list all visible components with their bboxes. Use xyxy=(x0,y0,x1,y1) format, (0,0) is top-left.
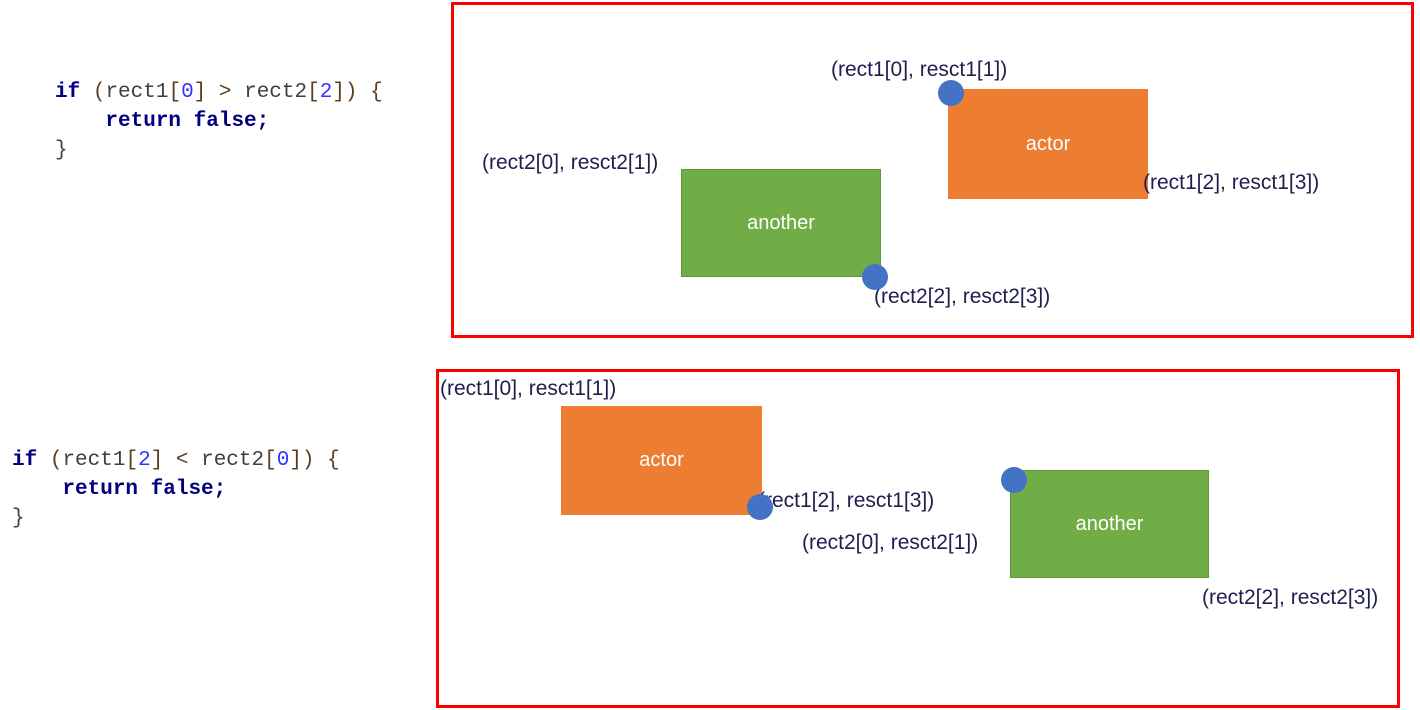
code-token: if xyxy=(12,449,38,472)
rect-label: actor xyxy=(1025,132,1071,155)
code-token: if xyxy=(55,81,81,104)
code-token: [ xyxy=(264,449,277,472)
code-token: 2 xyxy=(319,81,333,104)
code-line: return false; xyxy=(55,107,383,136)
rect1-topleft-label: (rect1[0], resct1[1]) xyxy=(440,377,617,400)
code-token: rect2 xyxy=(201,449,265,472)
code-token: [ xyxy=(125,449,139,472)
code-token: rect2 xyxy=(244,81,308,104)
rect2-bottomright-label: (rect2[2], resct2[3]) xyxy=(1202,586,1379,609)
code-token: } xyxy=(12,507,25,530)
code-token: } xyxy=(55,139,68,162)
rect2-topleft-label: (rect2[0], resct2[1]) xyxy=(482,151,659,174)
rect-actor: actor xyxy=(948,89,1148,199)
code-token: [ xyxy=(168,81,182,104)
code-token: rect1 xyxy=(105,81,169,104)
code-line: } xyxy=(12,504,340,533)
diagram-canvas: if (rect1[0] > rect2[2]) { return false;… xyxy=(0,0,1420,710)
code-snippet-bottom: if (rect1[2] < rect2[0]) { return false;… xyxy=(12,446,340,533)
rect2-topleft-label: (rect2[0], resct2[1]) xyxy=(802,531,979,554)
rect1-topleft-dot xyxy=(938,80,964,106)
rect1-bottomright-label: (rect1[2], resct1[3]) xyxy=(1143,171,1320,194)
code-token: return false; xyxy=(105,110,270,133)
rect-label: another xyxy=(747,211,815,234)
code-token: return false; xyxy=(62,478,227,501)
rect2-bottomright-dot xyxy=(862,264,888,290)
rect1-topleft-label: (rect1[0], resct1[1]) xyxy=(831,58,1008,81)
rect-actor: actor xyxy=(561,406,762,515)
code-token: 2 xyxy=(138,449,151,472)
code-token: [ xyxy=(307,81,320,104)
code-line: if (rect1[2] < rect2[0]) { xyxy=(12,446,340,475)
code-token: ] > xyxy=(193,81,245,104)
code-token: 0 xyxy=(276,449,290,472)
code-snippet-top: if (rect1[0] > rect2[2]) { return false;… xyxy=(55,78,383,165)
code-line: if (rect1[0] > rect2[2]) { xyxy=(55,78,383,107)
code-token: ]) { xyxy=(289,449,340,472)
rect2-topleft-dot xyxy=(1001,467,1027,493)
rect1-bottomright-label: (rect1[2], resct1[3]) xyxy=(758,489,935,512)
code-token: ]) { xyxy=(332,81,383,104)
code-line: } xyxy=(55,136,383,165)
code-line: return false; xyxy=(12,475,340,504)
rect-label: actor xyxy=(639,449,684,471)
code-token: ( xyxy=(37,449,63,472)
rect-another: another xyxy=(1010,470,1209,578)
code-token: ( xyxy=(80,81,106,104)
code-token: ] < xyxy=(150,449,202,472)
rect-another: another xyxy=(681,169,881,277)
rect-label: another xyxy=(1075,512,1144,535)
rect1-bottomright-dot xyxy=(747,494,773,520)
code-token: rect1 xyxy=(62,449,126,472)
rect2-bottomright-label: (rect2[2], resct2[3]) xyxy=(874,285,1051,308)
code-token: 0 xyxy=(181,81,194,104)
